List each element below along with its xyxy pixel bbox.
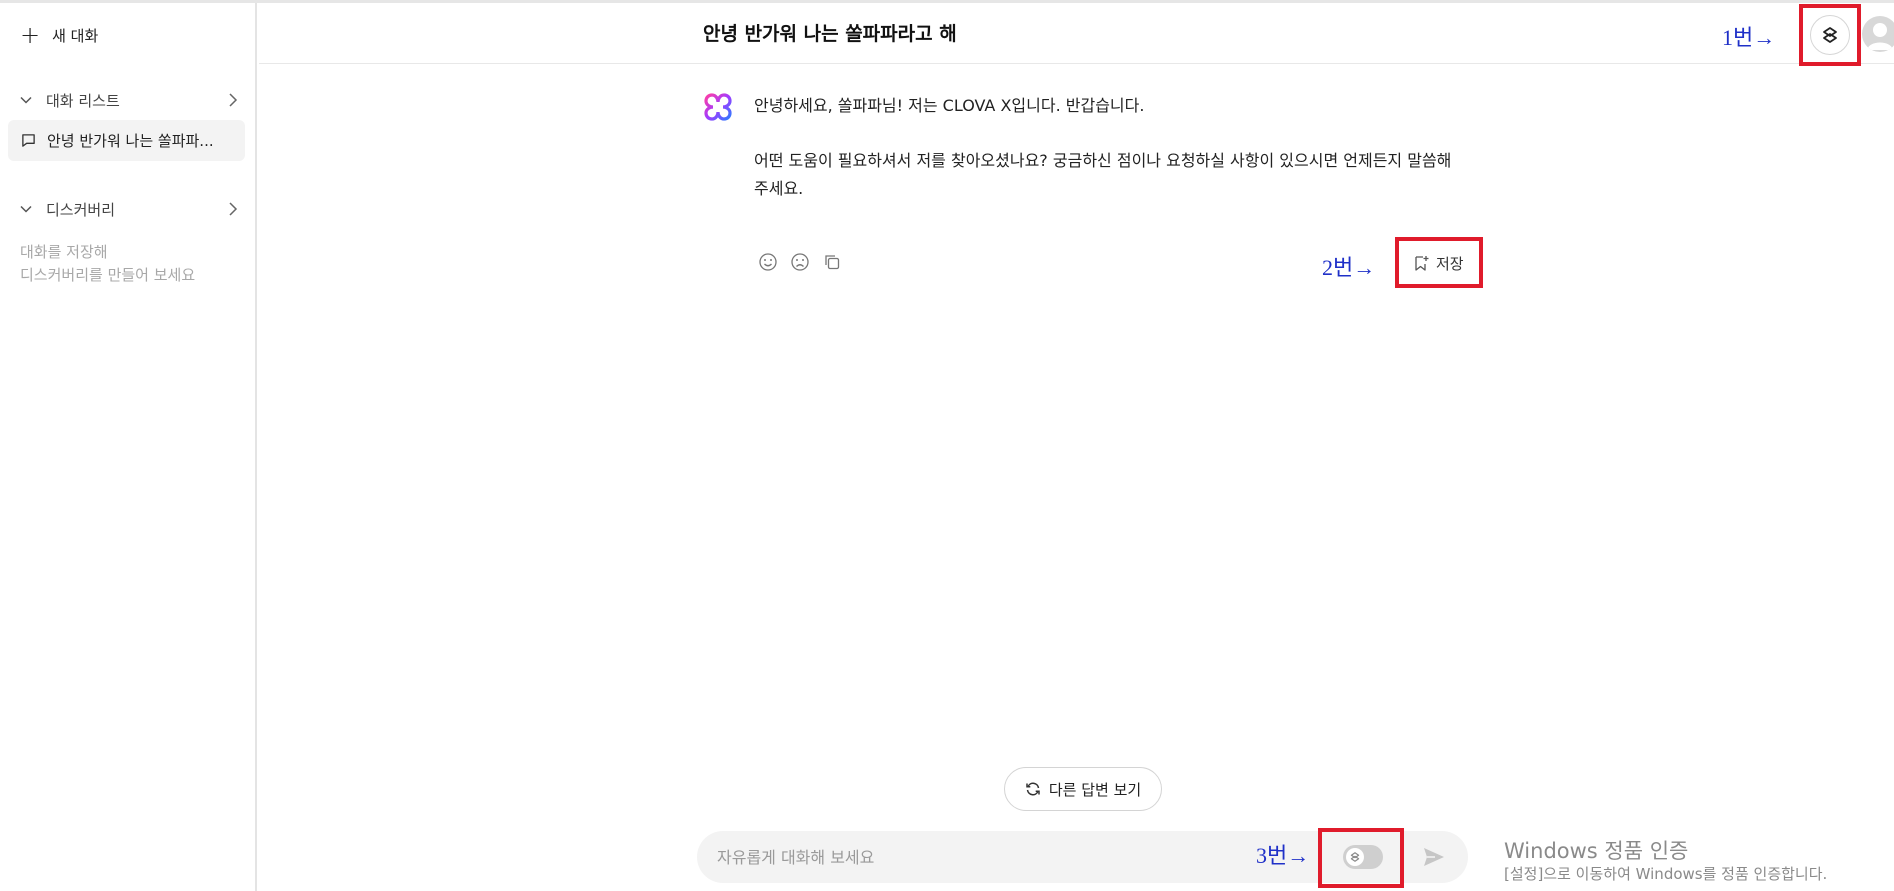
avatar-icon [1867, 23, 1893, 50]
conversation-title: 안녕 반가워 나는 쏠파파... [47, 132, 214, 150]
discovery-header[interactable]: 디스커버리 [20, 196, 238, 222]
assistant-message: 안녕하세요, 쏠파파님! 저는 CLOVA X입니다. 반갑습니다. 어떤 도움… [754, 92, 1454, 203]
save-label: 저장 [1436, 254, 1464, 273]
new-chat-label: 새 대화 [52, 26, 99, 45]
copy-icon[interactable] [822, 252, 842, 272]
chat-input[interactable] [717, 843, 1277, 871]
avatar[interactable] [1862, 16, 1894, 52]
watermark-title: Windows 정품 인증 [1504, 839, 1689, 863]
chevron-right-icon[interactable] [228, 202, 238, 216]
chevron-down-icon [20, 96, 32, 104]
regenerate-label: 다른 답변 보기 [1048, 780, 1142, 799]
sidebar-item-conversation[interactable]: 안녕 반가워 나는 쏠파파... [8, 120, 245, 161]
annotation-3: 3번→ [1256, 843, 1310, 868]
sidebar: + 새 대화 대화 리스트 안녕 반가워 나는 쏠파파... 디스커버리 대화를… [0, 3, 257, 891]
highlight-box-3 [1318, 828, 1404, 888]
annotation-1: 1번→ [1722, 25, 1776, 50]
smile-icon[interactable] [758, 252, 778, 272]
page-title: 안녕 반가워 나는 쏠파파라고 해 [703, 23, 957, 45]
chevron-right-icon[interactable] [228, 93, 238, 107]
chat-header: 안녕 반가워 나는 쏠파파라고 해 [259, 3, 1894, 64]
plus-icon: + [20, 21, 41, 49]
regenerate-button[interactable]: 다른 답변 보기 [1004, 767, 1162, 811]
conversation-list-label: 대화 리스트 [46, 91, 120, 110]
discovery-hint-line2: 디스커버리를 만들어 보세요 [20, 266, 196, 284]
refresh-icon [1026, 782, 1040, 796]
chat-bubble-icon [22, 134, 35, 147]
frown-icon[interactable] [790, 252, 810, 272]
skill-button[interactable] [1810, 15, 1850, 55]
skill-icon [1823, 27, 1837, 43]
discovery-label: 디스커버리 [46, 200, 116, 219]
chevron-down-icon [20, 205, 32, 213]
send-icon[interactable] [1420, 843, 1448, 871]
save-button[interactable]: 저장 [1414, 251, 1464, 275]
discovery-hint-line1: 대화를 저장해 [20, 243, 108, 261]
bookmark-add-icon [1415, 255, 1429, 271]
message-paragraph-2: 어떤 도움이 필요하셔서 저를 찾아오셨나요? 궁금하신 점이나 요청하실 사항… [754, 151, 1452, 198]
windows-activation-watermark: Windows 정품 인증 [설정]으로 이동하여 Windows를 정품 인증… [1504, 838, 1827, 884]
annotation-2: 2번→ [1322, 255, 1376, 280]
message-paragraph-1: 안녕하세요, 쏠파파님! 저는 CLOVA X입니다. 반갑습니다. [754, 96, 1145, 115]
clova-x-logo-icon [704, 93, 732, 121]
message-actions [758, 252, 842, 272]
discovery-empty-hint: 대화를 저장해 디스커버리를 만들어 보세요 [20, 241, 195, 287]
new-chat-button[interactable]: + 새 대화 [20, 21, 98, 49]
conversation-list-header[interactable]: 대화 리스트 [20, 87, 238, 113]
watermark-subtitle: [설정]으로 이동하여 Windows를 정품 인증합니다. [1504, 865, 1828, 883]
